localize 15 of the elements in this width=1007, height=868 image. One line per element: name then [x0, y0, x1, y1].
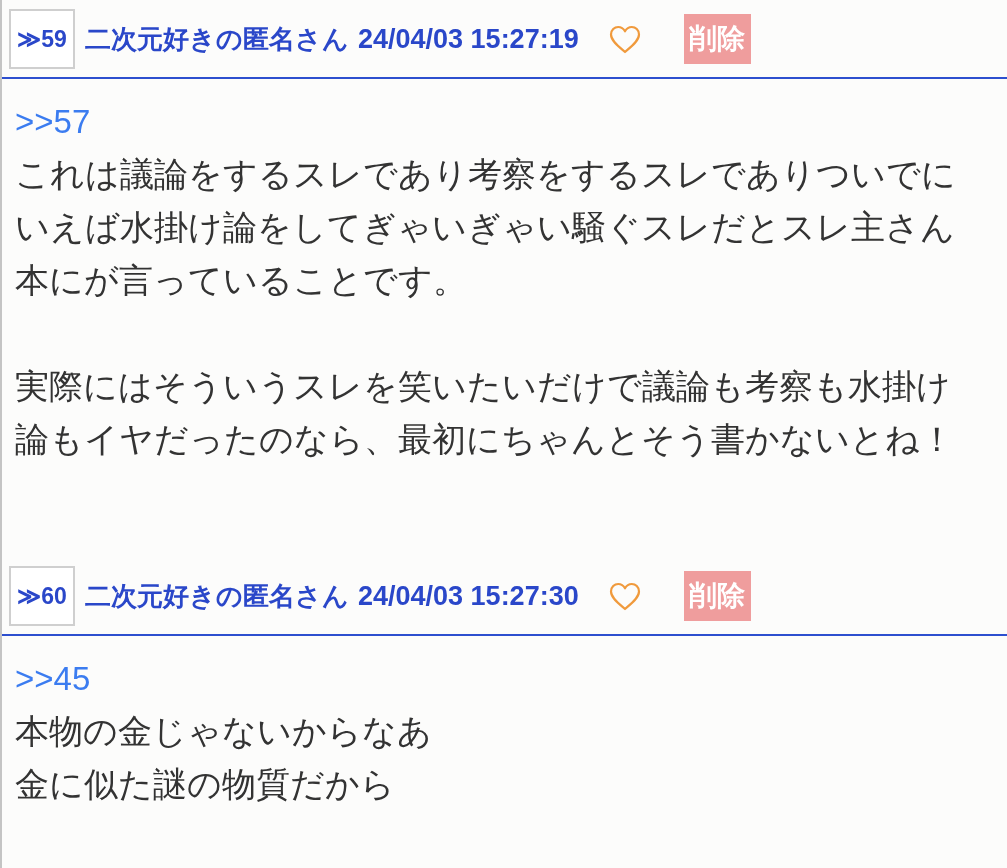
author-name: 二次元好きの匿名さん — [85, 579, 349, 613]
post-text: 本物の金じゃないからなあ 金に似た謎の物質だから — [15, 711, 433, 805]
author-name: 二次元好きの匿名さん — [85, 22, 349, 56]
post-number-link[interactable]: ≫60 — [9, 566, 75, 626]
heart-icon[interactable] — [608, 24, 641, 54]
post-text: これは議論をするスレであり考察をするスレでありついでにいえば水掛け論をしてぎゃいぎゃい騒ぐスレだとスレ主さん本にが言っていることです。 — [15, 154, 957, 301]
heart-icon[interactable] — [608, 581, 641, 611]
delete-button[interactable]: 削除 — [683, 571, 751, 621]
reply-link[interactable]: >>57 — [15, 95, 91, 148]
post-text: 実際にはそういうスレを笑いたいだけで議論も考察も水掛け論もイヤだったのなら、最初にちゃんとそう書かないとね！ — [15, 366, 955, 460]
delete-button[interactable]: 削除 — [683, 14, 751, 64]
reply-link[interactable]: >>45 — [15, 652, 91, 705]
post-date: 24/04/03 15:27:19 — [358, 23, 579, 55]
post-number-link[interactable]: ≫59 — [9, 9, 75, 69]
post-date: 24/04/03 15:27:30 — [358, 580, 579, 612]
